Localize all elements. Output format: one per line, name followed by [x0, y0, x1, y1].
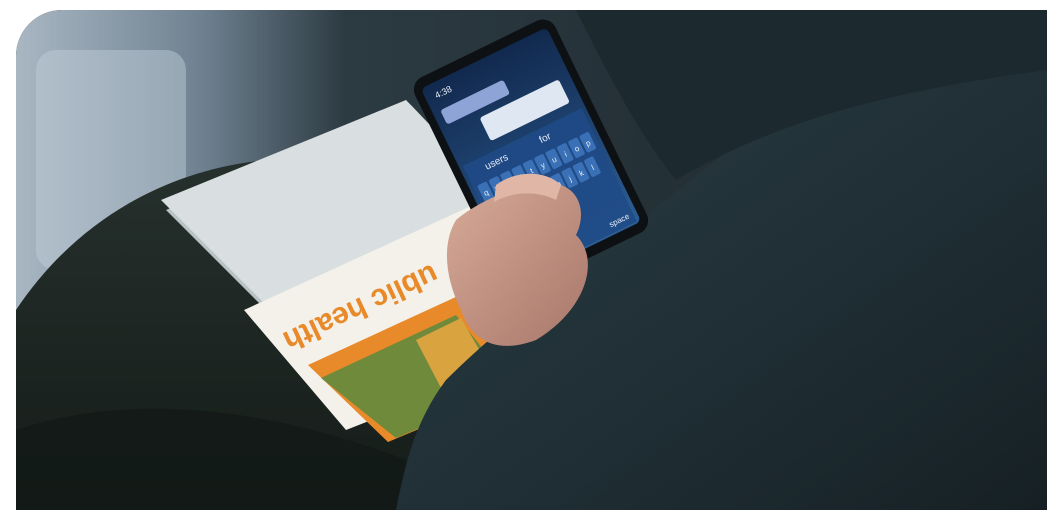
photo-frame: alliance ublic health 4:38 users for qwe…: [16, 10, 1047, 510]
photo-illustration: alliance ublic health 4:38 users for qwe…: [16, 10, 1047, 510]
